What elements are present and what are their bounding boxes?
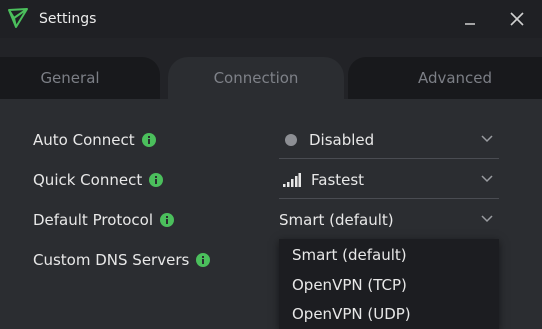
auto-connect-row: Auto Connect xyxy=(33,131,156,149)
status-dot-icon xyxy=(285,134,297,146)
close-button[interactable] xyxy=(502,6,532,32)
minimize-icon xyxy=(465,23,475,25)
protocol-dropdown-list: Smart (default) OpenVPN (TCP) OpenVPN (U… xyxy=(279,239,499,329)
chevron-down-icon xyxy=(481,215,493,223)
tab-connection[interactable]: Connection xyxy=(168,57,344,99)
quick-connect-value: Fastest xyxy=(311,171,365,189)
quick-connect-select[interactable]: Fastest xyxy=(279,162,499,199)
info-icon[interactable] xyxy=(160,213,175,227)
minimize-button[interactable] xyxy=(455,6,485,32)
info-icon[interactable] xyxy=(149,173,164,187)
chevron-down-icon xyxy=(481,175,493,183)
custom-dns-label: Custom DNS Servers xyxy=(33,251,190,269)
auto-connect-label: Auto Connect xyxy=(33,131,135,149)
auto-connect-value: Disabled xyxy=(309,131,375,149)
quick-connect-row: Quick Connect xyxy=(33,171,164,189)
protocol-option-smart[interactable]: Smart (default) xyxy=(279,239,499,270)
tab-advanced[interactable]: Advanced xyxy=(348,57,542,99)
app-logo-icon xyxy=(8,8,28,28)
info-icon[interactable] xyxy=(196,253,211,267)
default-protocol-label: Default Protocol xyxy=(33,211,154,229)
signal-bars-icon xyxy=(283,173,301,187)
close-icon xyxy=(510,12,524,26)
custom-dns-row: Custom DNS Servers xyxy=(33,251,211,269)
chevron-down-icon xyxy=(481,135,493,143)
auto-connect-select[interactable]: Disabled xyxy=(279,122,499,159)
info-icon[interactable] xyxy=(141,133,156,147)
window-title: Settings xyxy=(39,11,97,27)
tab-general[interactable]: General xyxy=(0,57,160,99)
protocol-option-openvpn-tcp[interactable]: OpenVPN (TCP) xyxy=(279,270,499,299)
quick-connect-label: Quick Connect xyxy=(33,171,143,189)
protocol-option-openvpn-udp[interactable]: OpenVPN (UDP) xyxy=(279,299,499,328)
default-protocol-select[interactable]: Smart (default) xyxy=(279,202,499,238)
title-bar: Settings xyxy=(0,0,542,38)
default-protocol-row: Default Protocol xyxy=(33,211,175,229)
default-protocol-value: Smart (default) xyxy=(279,211,394,229)
